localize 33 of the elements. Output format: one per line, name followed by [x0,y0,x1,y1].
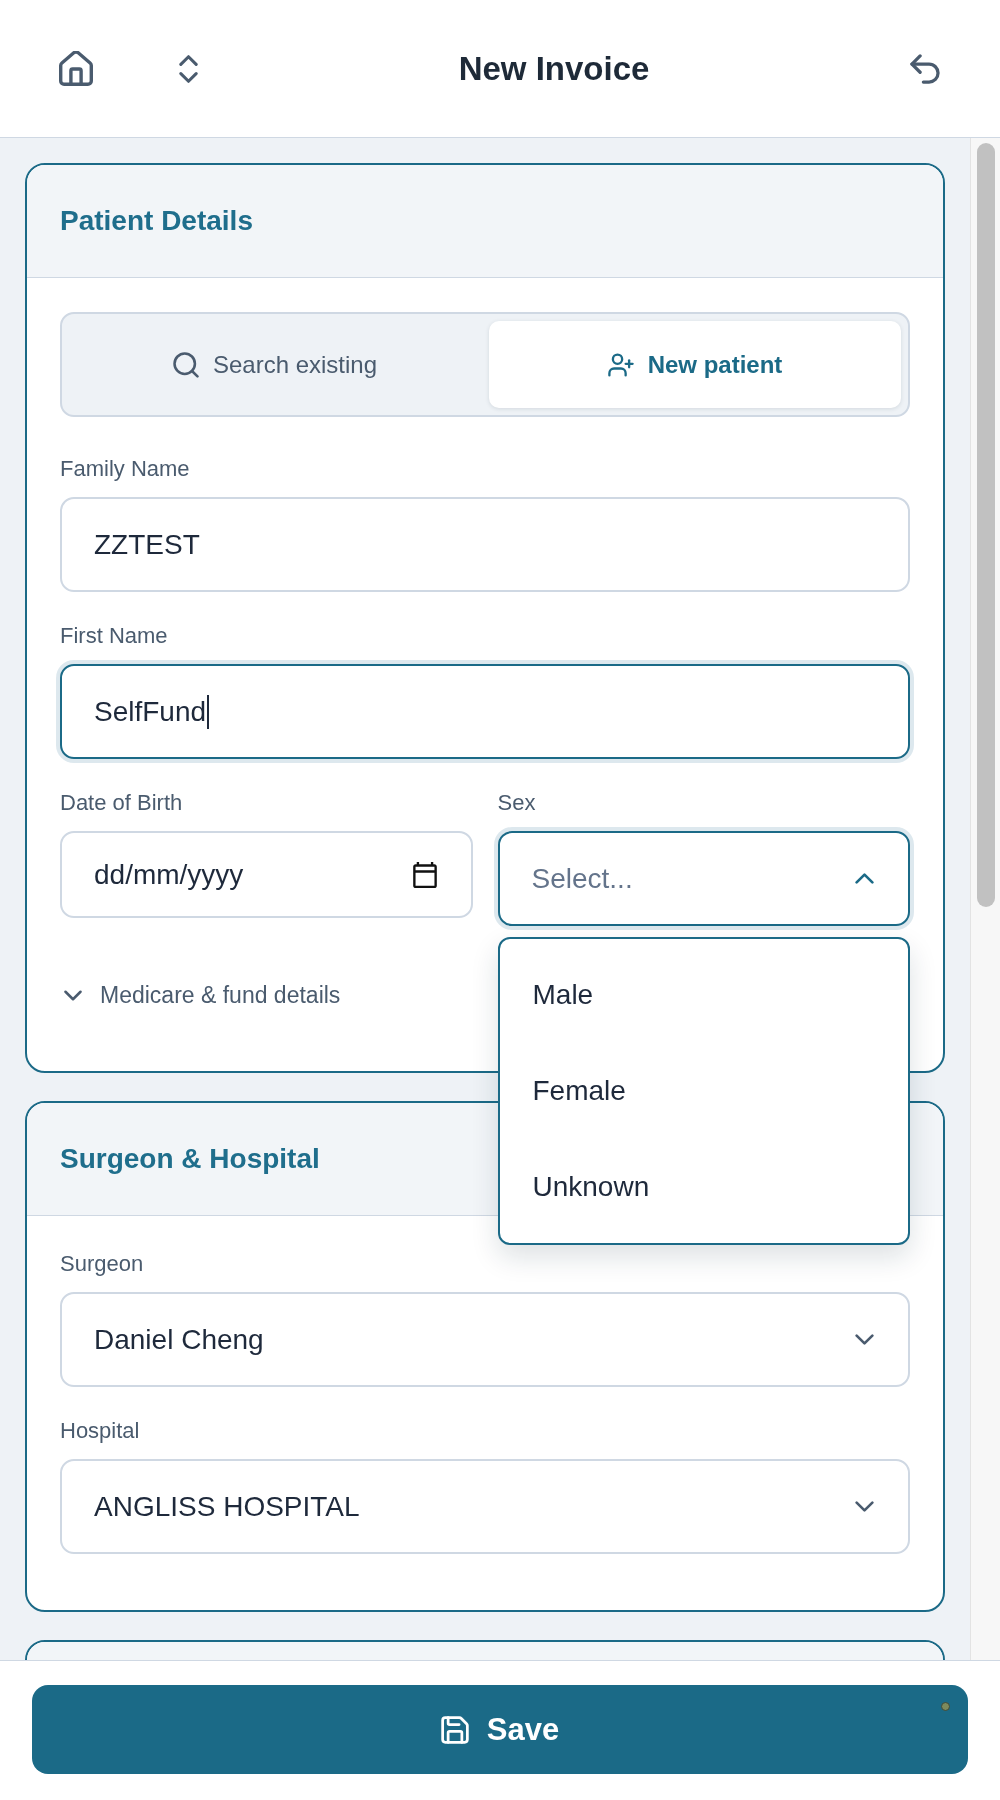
text-cursor-icon [207,694,210,729]
expand-toggle[interactable]: Medicare & fund details [60,975,341,1015]
tab[interactable]: New patient [489,321,901,408]
tab[interactable]: Search existing [69,321,481,408]
field-label: Surgeon [60,1250,145,1278]
field-label: Date of Birth [60,789,184,817]
undo-arrow-icon[interactable] [910,53,940,84]
chevron-down-icon [855,1501,874,1512]
select-field[interactable]: ANGLISS HOSPITAL [60,1459,910,1554]
dropdown-option[interactable]: Female [499,1043,908,1139]
chevron-up-icon [855,873,874,884]
chevron-down-icon [855,1334,874,1345]
field-label: Hospital [60,1417,141,1445]
chevron-down-icon [64,989,82,1001]
section-title: Patient Details [60,205,253,237]
user-plus-icon [607,351,634,378]
scrollbar-thumb[interactable] [977,143,995,907]
up-down-chevron-icon[interactable] [179,53,198,84]
dropdown-option[interactable]: Male [499,947,908,1043]
status-dot-icon [941,1702,950,1711]
dropdown-option[interactable]: Unknown [499,1139,908,1235]
field-label: First Name [60,622,169,650]
page-title: New Invoice [457,49,651,88]
section-title: Surgeon & Hospital [60,1143,320,1175]
search-icon [172,351,199,378]
home-icon[interactable] [59,51,93,86]
field-label: Family Name [60,455,191,483]
calendar-icon[interactable] [412,861,437,888]
field-label: Sex [497,789,537,817]
date-field[interactable]: dd/mm/yyyy [60,831,473,918]
select-field[interactable]: Daniel Cheng [60,1292,910,1387]
save-button[interactable]: Save [32,1685,968,1774]
input-field[interactable]: ZZTEST [60,497,910,592]
